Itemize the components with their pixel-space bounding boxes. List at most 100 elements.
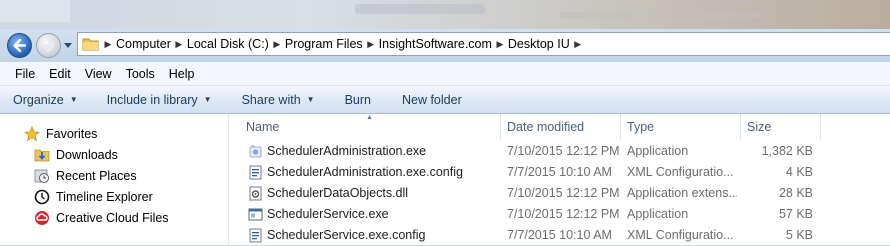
file-date-modified: 7/10/2015 12:12 PM xyxy=(507,207,620,221)
file-size: 5 KB xyxy=(785,228,813,242)
file-size: 28 KB xyxy=(778,186,813,200)
file-row[interactable]: SchedulerAdministration.exe.config 7/7/2… xyxy=(229,162,890,183)
column-divider[interactable] xyxy=(500,114,501,140)
column-divider[interactable] xyxy=(820,114,821,140)
nav-downloads[interactable]: Downloads xyxy=(34,145,118,165)
nav-timeline-explorer[interactable]: Timeline Explorer xyxy=(34,187,153,207)
breadcrumb-separator[interactable]: ▶ xyxy=(100,33,116,55)
breadcrumb-program-files[interactable]: Program Files xyxy=(285,33,363,55)
recent-places-icon xyxy=(34,168,50,184)
file-type: XML Configuratio... xyxy=(627,165,734,179)
menu-file[interactable]: File xyxy=(0,67,42,81)
back-arrow-icon xyxy=(13,38,27,53)
file-date-modified: 7/10/2015 12:12 PM xyxy=(507,144,620,158)
config-file-icon xyxy=(248,228,263,243)
new-folder-button[interactable]: New folder xyxy=(381,86,472,113)
file-row[interactable]: SchedulerService.exe.config 7/7/2015 10:… xyxy=(229,225,890,246)
breadcrumb-separator[interactable]: ▶ xyxy=(570,33,586,55)
window-title-bar xyxy=(0,0,890,29)
column-header-name[interactable]: Name xyxy=(246,114,279,140)
file-size: 57 KB xyxy=(778,207,813,221)
folder-icon xyxy=(82,36,100,52)
forward-button[interactable] xyxy=(36,33,61,58)
nav-recent-places-label: Recent Places xyxy=(56,169,137,183)
dll-file-icon xyxy=(248,186,263,201)
recent-pages-dropdown-icon[interactable] xyxy=(63,42,73,49)
organize-label: Organize xyxy=(13,92,64,107)
address-bar[interactable]: ▶ Computer ▶ Local Disk (C:) ▶ Program F… xyxy=(77,32,890,56)
breadcrumb-computer[interactable]: Computer xyxy=(116,33,171,55)
file-type: Application xyxy=(627,207,689,221)
menu-tools[interactable]: Tools xyxy=(119,67,162,81)
chevron-down-icon: ▼ xyxy=(306,95,315,104)
column-header-date-modified[interactable]: Date modified xyxy=(507,114,584,140)
file-type: Application extens... xyxy=(627,186,737,200)
file-type: XML Configuratio... xyxy=(627,228,734,242)
file-date-modified: 7/10/2015 12:12 PM xyxy=(507,186,620,200)
forward-arrow-icon xyxy=(41,38,55,53)
file-row[interactable]: SchedulerService.exe 7/10/2015 12:12 PM … xyxy=(229,204,890,225)
file-row[interactable]: SchedulerAdministration.exe 7/10/2015 12… xyxy=(229,141,890,162)
burn-button[interactable]: Burn xyxy=(325,86,381,113)
file-list: ▲ Name Date modified Type Size Scheduler… xyxy=(229,114,890,245)
nav-favorites-label: Favorites xyxy=(46,127,98,141)
burn-label: Burn xyxy=(344,92,371,107)
breadcrumb-desktop-iu[interactable]: Desktop IU xyxy=(508,33,570,55)
file-date-modified: 7/7/2015 10:10 AM xyxy=(507,228,612,242)
include-in-library-button[interactable]: Include in library ▼ xyxy=(88,86,222,113)
menu-edit[interactable]: Edit xyxy=(42,67,78,81)
file-name: SchedulerDataObjects.dll xyxy=(267,186,409,200)
file-size: 4 KB xyxy=(785,165,813,179)
sort-ascending-icon: ▲ xyxy=(366,114,373,121)
nav-favorites[interactable]: Favorites xyxy=(23,124,98,144)
menu-view[interactable]: View xyxy=(78,67,119,81)
back-button[interactable] xyxy=(7,33,32,58)
command-bar: Organize ▼ Include in library ▼ Share wi… xyxy=(0,86,890,114)
application-icon xyxy=(248,144,263,159)
share-with-label: Share with xyxy=(241,92,301,107)
window-app-icon xyxy=(248,207,263,222)
star-icon xyxy=(23,125,41,142)
timeline-explorer-icon xyxy=(34,189,50,205)
column-type-label: Type xyxy=(627,120,655,134)
breadcrumb-separator[interactable]: ▶ xyxy=(492,33,508,55)
chevron-down-icon: ▼ xyxy=(203,95,212,104)
new-folder-label: New folder xyxy=(401,92,462,107)
file-name: SchedulerService.exe.config xyxy=(267,228,426,242)
file-name: SchedulerService.exe xyxy=(267,207,389,221)
nav-creative-cloud-files-label: Creative Cloud Files xyxy=(56,211,169,225)
include-in-library-label: Include in library xyxy=(106,92,198,107)
menu-bar: File Edit View Tools Help xyxy=(0,62,890,86)
breadcrumb-local-disk[interactable]: Local Disk (C:) xyxy=(187,33,269,55)
menu-help[interactable]: Help xyxy=(162,67,202,81)
column-divider[interactable] xyxy=(620,114,621,140)
creative-cloud-icon xyxy=(34,210,50,226)
column-header-type[interactable]: Type xyxy=(627,114,654,140)
navigation-pane: Favorites Downloads Recent Places Timeli… xyxy=(0,114,228,245)
column-name-label: Name xyxy=(246,120,280,134)
chevron-down-icon: ▼ xyxy=(69,95,78,104)
navigation-bar: ▶ Computer ▶ Local Disk (C:) ▶ Program F… xyxy=(0,29,890,62)
nav-downloads-label: Downloads xyxy=(56,148,118,162)
breadcrumb-separator[interactable]: ▶ xyxy=(171,33,187,55)
file-name: SchedulerAdministration.exe xyxy=(267,144,427,158)
column-date-label: Date modified xyxy=(507,120,585,134)
column-header-size[interactable]: Size xyxy=(747,114,771,140)
organize-button[interactable]: Organize ▼ xyxy=(0,86,88,113)
file-date-modified: 7/7/2015 10:10 AM xyxy=(507,165,612,179)
breadcrumb-separator[interactable]: ▶ xyxy=(269,33,285,55)
column-divider[interactable] xyxy=(740,114,741,140)
breadcrumb-insightsoftware[interactable]: InsightSoftware.com xyxy=(379,33,492,55)
downloads-folder-icon xyxy=(34,147,50,163)
file-row[interactable]: SchedulerDataObjects.dll 7/10/2015 12:12… xyxy=(229,183,890,204)
file-name: SchedulerAdministration.exe.config xyxy=(267,165,463,179)
file-type: Application xyxy=(627,144,689,158)
nav-creative-cloud-files[interactable]: Creative Cloud Files xyxy=(34,208,169,228)
breadcrumb-separator[interactable]: ▶ xyxy=(363,33,379,55)
nav-timeline-explorer-label: Timeline Explorer xyxy=(56,190,153,204)
column-size-label: Size xyxy=(747,120,772,134)
file-size: 1,382 KB xyxy=(761,144,813,158)
share-with-button[interactable]: Share with ▼ xyxy=(222,86,325,113)
nav-recent-places[interactable]: Recent Places xyxy=(34,166,137,186)
config-file-icon xyxy=(248,165,263,180)
